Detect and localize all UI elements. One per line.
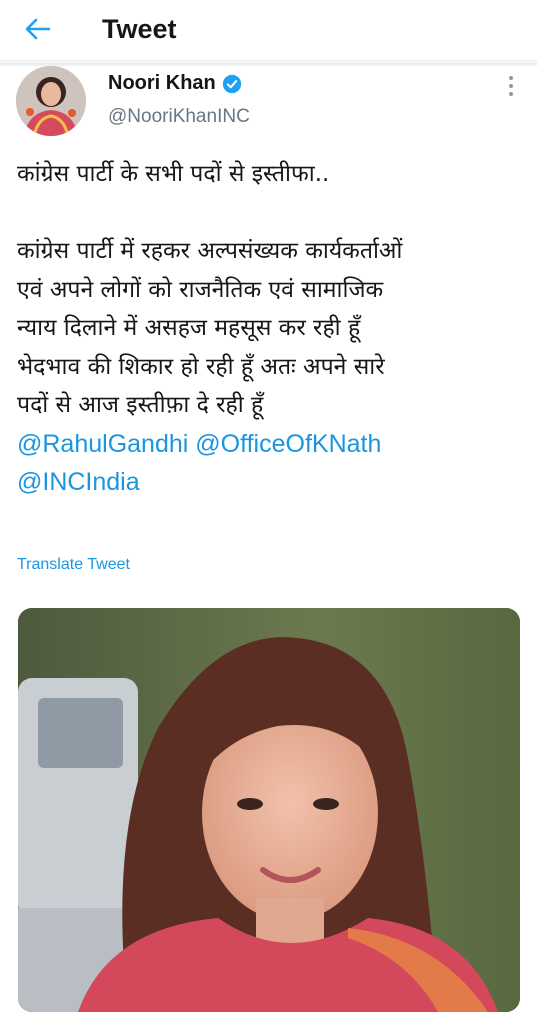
arrow-left-icon [25, 18, 51, 40]
divider [0, 62, 537, 66]
photo-image [18, 608, 520, 1012]
tweet-text-line: कांग्रेस पार्टी के सभी पदों से इस्तीफा.. [17, 161, 330, 187]
mention-link[interactable]: @RahulGandhi [17, 430, 188, 458]
tweet-text: कांग्रेस पार्टी के सभी पदों से इस्तीफा..… [17, 155, 522, 502]
author-handle[interactable]: @NooriKhanINC [108, 106, 250, 128]
tweet-text-line: भेदभाव की शिकार हो रही हूँ अतः अपने सारे [17, 353, 385, 380]
author-name[interactable]: Noori Khan [108, 72, 242, 95]
avatar[interactable] [16, 66, 86, 136]
tweet-text-line: पदों से आज इस्तीफ़ा दे रही हूँ [17, 392, 264, 418]
tweet-text-line: एवं अपने लोगों को राजनैतिक एवं सामाजिक [17, 276, 384, 303]
mention-link[interactable]: @INCIndia [17, 468, 140, 496]
author-name-text: Noori Khan [108, 72, 216, 94]
more-vertical-icon [509, 76, 513, 80]
tweet-photo[interactable] [18, 608, 520, 1012]
top-bar: Tweet [0, 0, 537, 61]
avatar-image [16, 66, 86, 136]
back-button[interactable] [18, 12, 58, 46]
page-title: Tweet [102, 14, 177, 44]
tweet-text-line: न्याय दिलाने में असहज महसूस कर रही हूँ [17, 315, 361, 341]
translate-tweet-link[interactable]: Translate Tweet [17, 556, 130, 574]
tweet-text-line: कांग्रेस पार्टी में रहकर अल्पसंख्यक कार्… [17, 238, 403, 264]
more-options-button[interactable] [500, 72, 522, 100]
verified-badge-icon [222, 74, 241, 93]
mention-link[interactable]: @OfficeOfKNath [195, 430, 381, 458]
